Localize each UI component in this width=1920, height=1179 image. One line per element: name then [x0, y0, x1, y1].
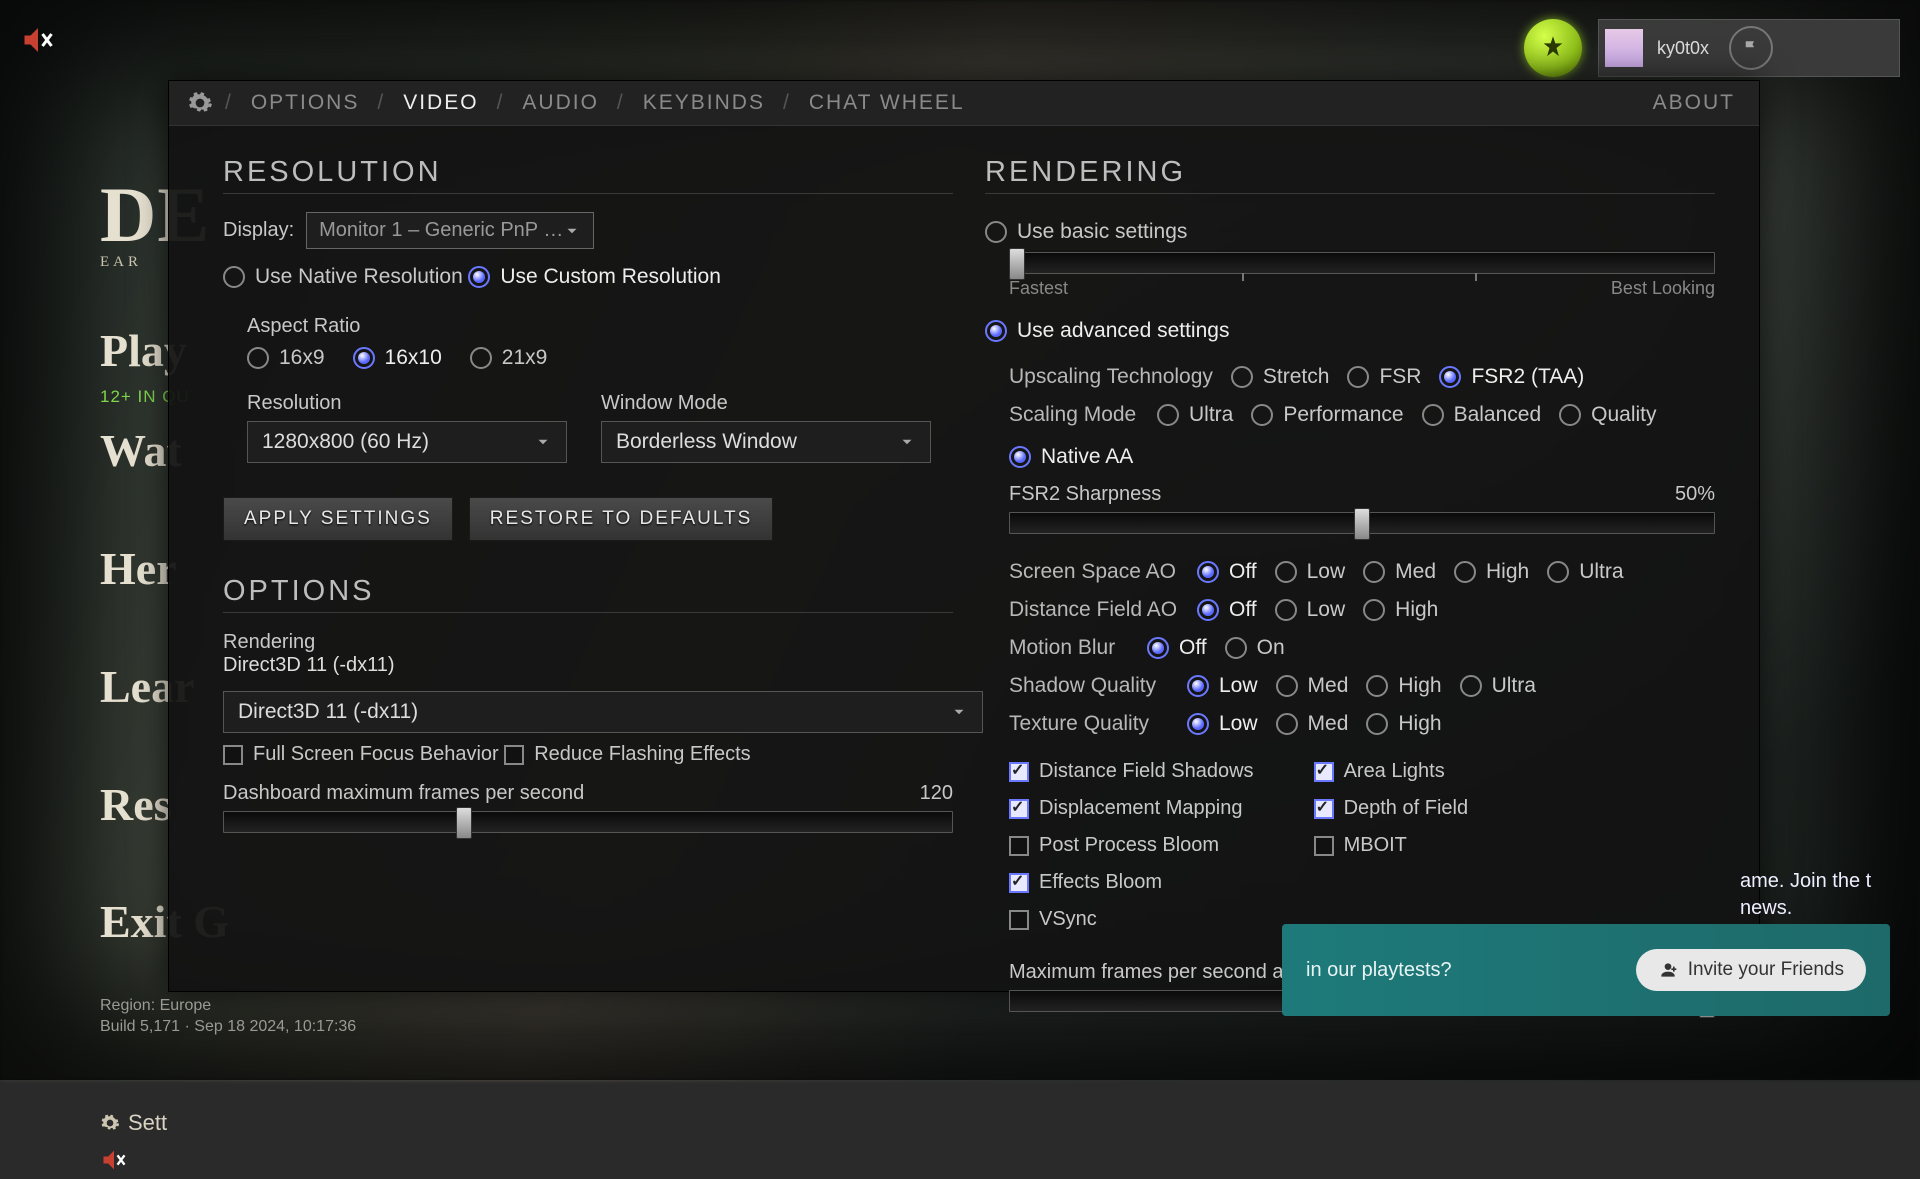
use-custom-radio[interactable]: Use Custom Resolution — [468, 265, 721, 289]
display-value: Monitor 1 – Generic PnP … — [319, 219, 563, 242]
upscale-fsr[interactable]: FSR — [1347, 365, 1421, 389]
currency-coin[interactable] — [1524, 19, 1582, 77]
use-native-radio[interactable]: Use Native Resolution — [223, 265, 463, 289]
ssao-label: Screen Space AO — [1009, 560, 1179, 584]
shadow-ultra[interactable]: Ultra — [1460, 674, 1536, 698]
chevron-down-icon — [563, 222, 581, 240]
display-label: Display: — [223, 219, 294, 242]
shadow-high[interactable]: High — [1366, 674, 1441, 698]
check-area[interactable]: Area Lights — [1314, 760, 1469, 783]
shadow-low[interactable]: Low — [1187, 674, 1258, 698]
sharpness-value: 50% — [1675, 483, 1715, 506]
settings-panel: / OPTIONS / VIDEO / AUDIO / KEYBINDS / C… — [168, 80, 1760, 992]
scaling-label: Scaling Mode — [1009, 403, 1139, 427]
section-resolution: RESOLUTION — [223, 156, 953, 194]
dfao-low[interactable]: Low — [1275, 598, 1346, 622]
check-disp[interactable]: Displacement Mapping — [1009, 797, 1254, 820]
advanced-settings-radio[interactable]: Use advanced settings — [985, 319, 1229, 343]
upscaling-label: Upscaling Technology — [1009, 365, 1213, 389]
scaling-ultra[interactable]: Ultra — [1157, 403, 1233, 427]
dash-fps-value: 120 — [920, 782, 953, 805]
aspect-16x10[interactable]: 16x10 — [353, 346, 442, 370]
invite-friends-button[interactable]: Invite your Friends — [1636, 949, 1866, 991]
avatar — [1605, 29, 1643, 67]
promo-blurb: ame. Join the t news. — [1740, 868, 1890, 922]
scaling-balanced[interactable]: Balanced — [1422, 403, 1542, 427]
gear-icon[interactable] — [183, 86, 217, 120]
promo-bar: in our playtests? Invite your Friends — [1282, 924, 1890, 1016]
mute-icon-small[interactable] — [100, 1146, 229, 1179]
tab-keybinds[interactable]: KEYBINDS — [633, 91, 775, 115]
texture-label: Texture Quality — [1009, 712, 1169, 736]
resolution-label: Resolution — [247, 392, 567, 415]
upscale-stretch[interactable]: Stretch — [1231, 365, 1330, 389]
texture-high[interactable]: High — [1366, 712, 1441, 736]
scaling-native[interactable]: Native AA — [1009, 445, 1133, 469]
reduce-flashing-check[interactable]: Reduce Flashing Effects — [504, 743, 750, 766]
report-flag-button[interactable] — [1729, 26, 1773, 70]
mblur-label: Motion Blur — [1009, 636, 1129, 660]
display-dropdown[interactable]: Monitor 1 – Generic PnP … — [306, 212, 594, 249]
sharpness-label: FSR2 Sharpness — [1009, 483, 1161, 506]
aspect-16x9[interactable]: 16x9 — [247, 346, 325, 370]
basic-quality-slider[interactable] — [1009, 252, 1715, 274]
basic-left-label: Fastest — [1009, 278, 1068, 299]
ssao-ultra[interactable]: Ultra — [1547, 560, 1623, 584]
tab-chatwheel[interactable]: CHAT WHEEL — [799, 91, 975, 115]
tab-audio[interactable]: AUDIO — [512, 91, 609, 115]
check-efb[interactable]: Effects Bloom — [1009, 871, 1254, 894]
scaling-quality[interactable]: Quality — [1559, 403, 1656, 427]
upscale-fsr2[interactable]: FSR2 (TAA) — [1439, 365, 1584, 389]
mblur-off[interactable]: Off — [1147, 636, 1207, 660]
texture-med[interactable]: Med — [1276, 712, 1349, 736]
section-rendering: RENDERING — [985, 156, 1715, 194]
sharpness-slider[interactable] — [1009, 512, 1715, 534]
mute-icon[interactable] — [20, 22, 56, 58]
shadow-med[interactable]: Med — [1276, 674, 1349, 698]
resolution-dropdown[interactable]: 1280x800 (60 Hz) — [247, 421, 567, 463]
windowmode-dropdown[interactable]: Borderless Window — [601, 421, 931, 463]
dfao-label: Distance Field AO — [1009, 598, 1179, 622]
section-options: OPTIONS — [223, 575, 953, 613]
profile-chip[interactable]: ky0t0x — [1598, 19, 1900, 77]
check-dof[interactable]: Depth of Field — [1314, 797, 1469, 820]
check-ppb[interactable]: Post Process Bloom — [1009, 834, 1254, 857]
restore-defaults-button[interactable]: RESTORE TO DEFAULTS — [469, 497, 774, 541]
tab-about[interactable]: ABOUT — [1643, 91, 1745, 115]
rendering-api-current: Direct3D 11 (-dx11) — [223, 654, 953, 677]
tab-video[interactable]: VIDEO — [393, 91, 488, 115]
chevron-down-icon — [950, 703, 968, 721]
check-vsync[interactable]: VSync — [1009, 908, 1254, 931]
rendering-api-dropdown[interactable]: Direct3D 11 (-dx11) — [223, 691, 983, 733]
dfao-high[interactable]: High — [1363, 598, 1438, 622]
promo-question: in our playtests? — [1306, 959, 1616, 982]
apply-settings-button[interactable]: APPLY SETTINGS — [223, 497, 453, 541]
texture-low[interactable]: Low — [1187, 712, 1258, 736]
dash-fps-label: Dashboard maximum frames per second — [223, 782, 584, 805]
fullscreen-focus-check[interactable]: Full Screen Focus Behavior — [223, 743, 499, 766]
windowmode-label: Window Mode — [601, 392, 931, 415]
aspect-label: Aspect Ratio — [247, 315, 953, 338]
aspect-21x9[interactable]: 21x9 — [470, 346, 548, 370]
chevron-down-icon — [534, 433, 552, 451]
mblur-on[interactable]: On — [1225, 636, 1285, 660]
scaling-performance[interactable]: Performance — [1251, 403, 1403, 427]
basic-right-label: Best Looking — [1611, 278, 1715, 299]
check-mboit[interactable]: MBOIT — [1314, 834, 1469, 857]
settings-menu-item[interactable]: Sett — [100, 1110, 229, 1136]
check-dfs[interactable]: Distance Field Shadows — [1009, 760, 1254, 783]
basic-settings-radio[interactable]: Use basic settings — [985, 220, 1187, 244]
chevron-down-icon — [898, 433, 916, 451]
shadow-label: Shadow Quality — [1009, 674, 1169, 698]
ssao-off[interactable]: Off — [1197, 560, 1257, 584]
rendering-api-label: Rendering — [223, 631, 953, 654]
ssao-med[interactable]: Med — [1363, 560, 1436, 584]
dash-fps-slider[interactable] — [223, 811, 953, 833]
dfao-off[interactable]: Off — [1197, 598, 1257, 622]
build-footer: Region: Europe Build 5,171 · Sep 18 2024… — [100, 995, 356, 1038]
tab-options[interactable]: OPTIONS — [241, 91, 370, 115]
ssao-low[interactable]: Low — [1275, 560, 1346, 584]
ssao-high[interactable]: High — [1454, 560, 1529, 584]
player-name: ky0t0x — [1657, 38, 1709, 59]
